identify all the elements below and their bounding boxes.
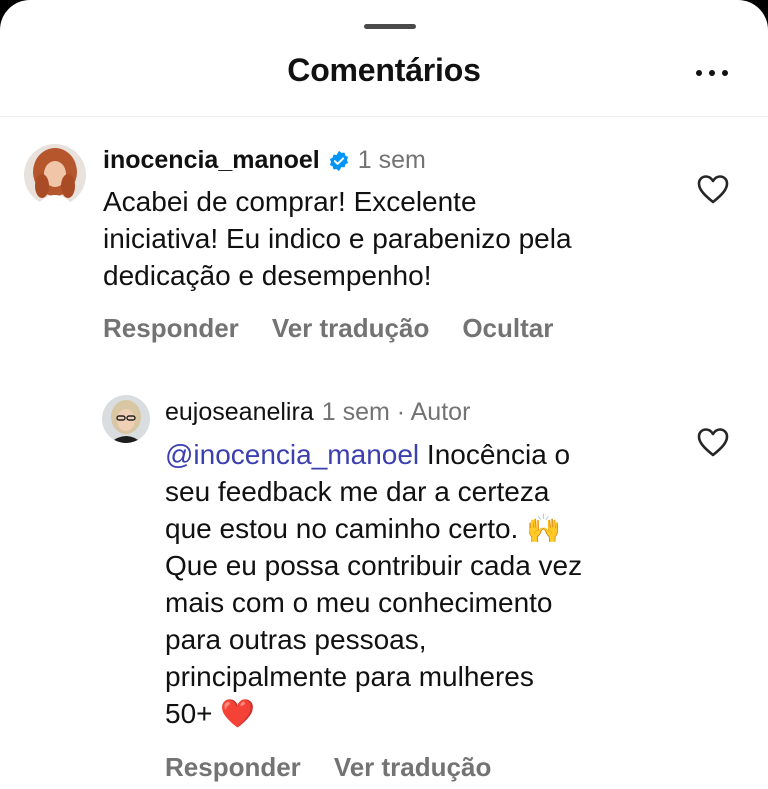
reply-button[interactable]: Responder: [165, 752, 301, 783]
comments-sheet: Comentários inocencia_manoel 1 sem Acabe…: [0, 0, 768, 789]
comment-line: principalmente para mulheres: [165, 661, 534, 692]
avatar[interactable]: [24, 144, 86, 206]
comment-actions: Responder Ver tradução: [165, 752, 491, 783]
comment-line: que estou no caminho certo. 🙌: [165, 513, 561, 544]
comment-line: seu feedback me dar a certeza: [165, 476, 550, 507]
comment-text: @inocencia_manoel Inocência o seu feedba…: [165, 436, 582, 732]
comment-actions: Responder Ver tradução Ocultar: [103, 313, 553, 344]
like-button[interactable]: [696, 173, 730, 205]
comment-line: Acabei de comprar! Excelente: [103, 186, 477, 217]
comment-line: dedicação e desempenho!: [103, 260, 432, 291]
comment-header: eujoseanelira 1 sem · Autor: [165, 398, 470, 427]
comment-time: 1 sem · Autor: [321, 398, 471, 426]
header-divider: [0, 116, 768, 117]
comment-header: inocencia_manoel 1 sem: [103, 146, 426, 175]
comment-line: iniciativa! Eu indico e parabenizo pela: [103, 223, 572, 254]
see-translation-button[interactable]: Ver tradução: [334, 752, 492, 783]
avatar[interactable]: [102, 395, 150, 443]
comment-line: para outras pessoas,: [165, 624, 427, 655]
reply-button[interactable]: Responder: [103, 313, 239, 344]
like-button[interactable]: [696, 426, 730, 458]
comment-line: mais com o meu conhecimento: [165, 587, 553, 618]
comment-time: 1 sem: [357, 146, 426, 174]
sheet-title: Comentários: [287, 52, 481, 88]
comment-line: 50+ ❤️: [165, 698, 256, 729]
comment-line: Que eu possa contribuir cada vez: [165, 550, 583, 581]
more-horizontal-icon: [696, 70, 702, 76]
mention-link[interactable]: @inocencia_manoel: [165, 439, 419, 470]
comment-text: Acabei de comprar! Excelente iniciativa!…: [103, 183, 572, 294]
comment-line: @inocencia_manoel Inocência o: [165, 439, 571, 470]
more-options-button[interactable]: [692, 58, 732, 88]
username[interactable]: inocencia_manoel: [103, 146, 320, 175]
verified-badge-icon: [328, 150, 350, 172]
hide-button[interactable]: Ocultar: [462, 313, 553, 344]
heart-outline-icon: [697, 428, 729, 457]
heart-outline-icon: [697, 175, 729, 204]
drag-handle[interactable]: [364, 24, 416, 29]
see-translation-button[interactable]: Ver tradução: [272, 313, 430, 344]
username[interactable]: eujoseanelira: [165, 398, 314, 427]
